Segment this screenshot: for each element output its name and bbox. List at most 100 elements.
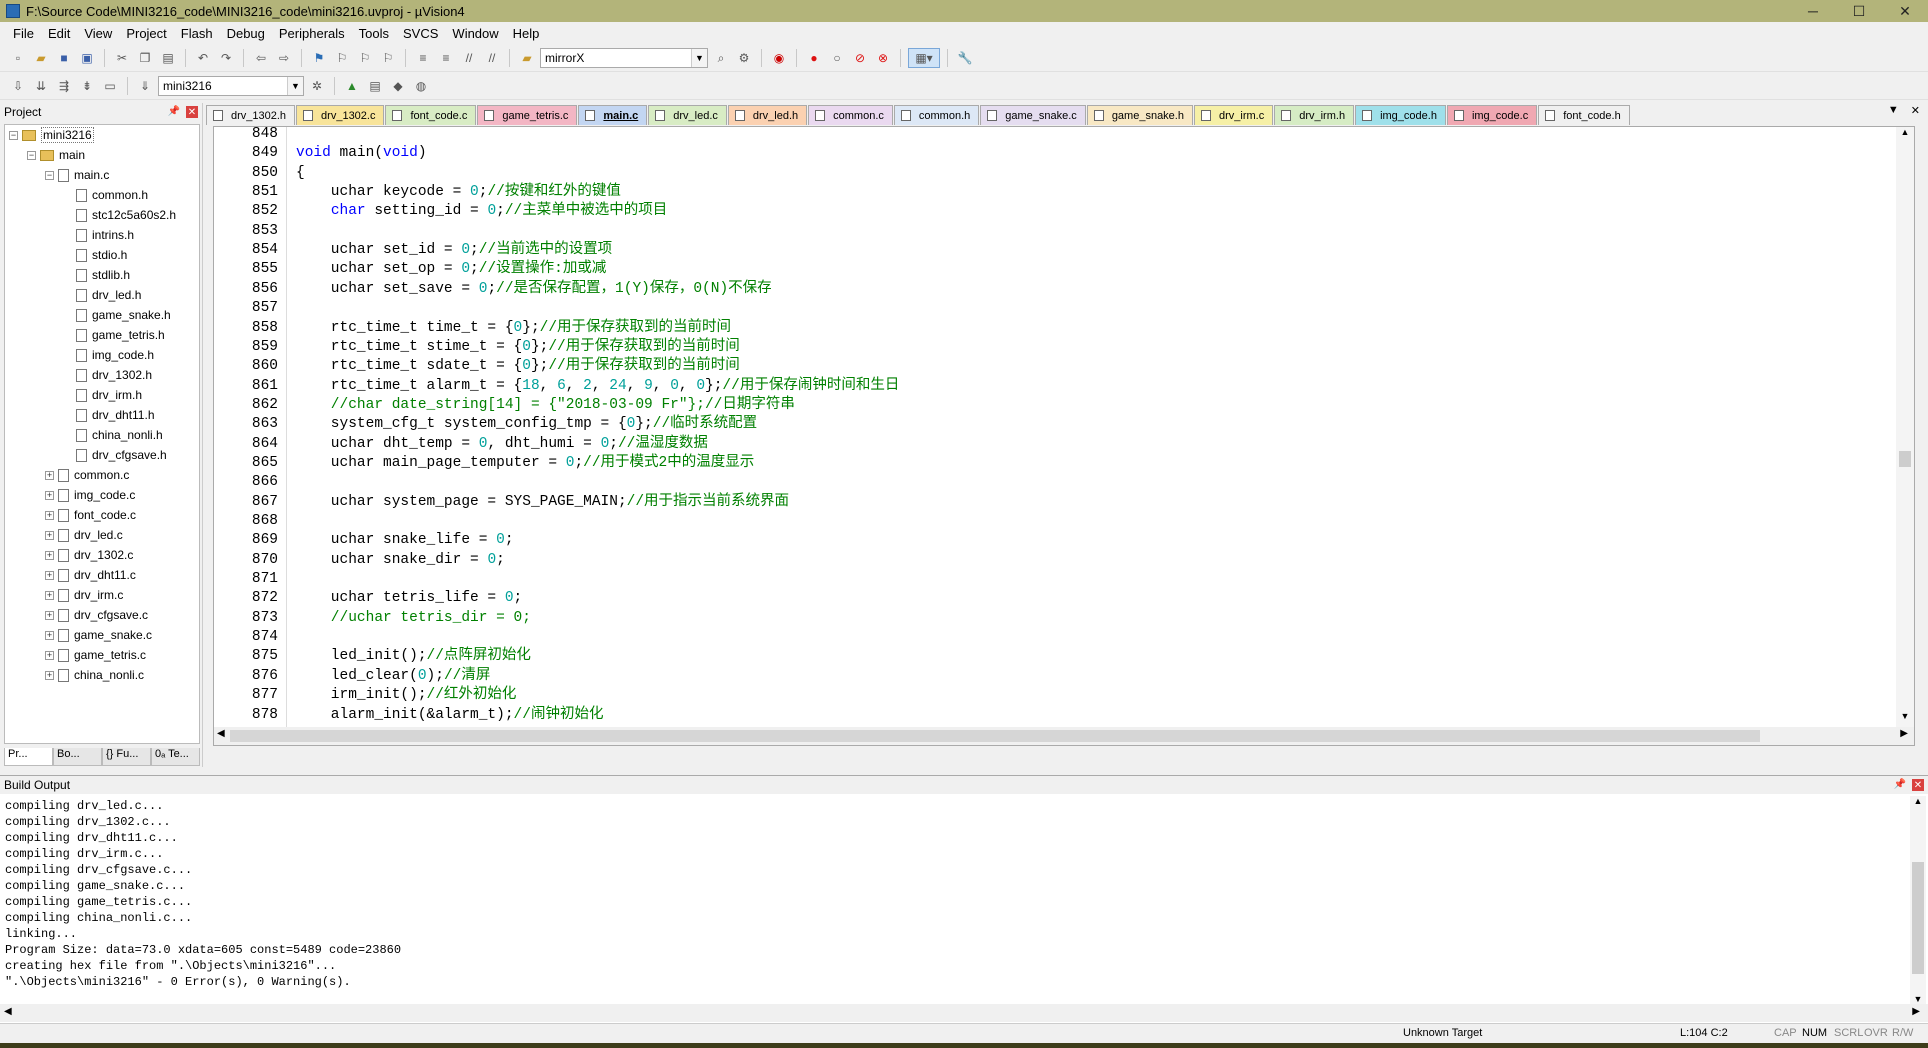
tab-functions[interactable]: {} Fu... [102,748,151,766]
tree-item[interactable]: intrins.h [63,226,134,244]
expand-icon[interactable]: + [45,530,54,540]
window-layout-icon[interactable]: ▦▾ [908,48,940,68]
menu-svcs[interactable]: SVCS [396,26,445,41]
editor-tab[interactable]: drv_led.c [648,105,727,125]
expand-icon[interactable]: + [45,630,54,640]
editor-tab[interactable]: drv_led.h [727,105,808,125]
scroll-up-icon[interactable]: ▲ [1896,127,1914,143]
kill-breakpoints-icon[interactable]: ⊗ [873,48,893,68]
build-output-horizontal-scrollbar[interactable]: ◀ ▶ [0,1004,1928,1022]
close-tab-icon[interactable]: ✕ [1911,104,1920,117]
tree-item[interactable]: + font_code.c [45,506,136,524]
bookmark-icon[interactable]: ⚑ [309,48,329,68]
editor-tab[interactable]: img_code.c [1446,105,1538,125]
menu-window[interactable]: Window [445,26,505,41]
menu-debug[interactable]: Debug [220,26,272,41]
configure-icon[interactable]: 🔧 [955,48,975,68]
editor-tab[interactable]: drv_1302.h [206,105,296,125]
nav-back-icon[interactable]: ⇦ [251,48,271,68]
tree-item[interactable]: + drv_cfgsave.c [45,606,148,624]
open-file-icon[interactable]: ▰ [31,48,51,68]
tab-project[interactable]: Pr... [4,748,53,766]
chevron-down-icon[interactable]: ▼ [691,49,707,67]
save-icon[interactable]: ■ [54,48,74,68]
build-output-vertical-scrollbar[interactable]: ▲ ▼ [1910,796,1926,1004]
breakpoint-icon[interactable]: ● [804,48,824,68]
editor-tab[interactable]: main.c [578,105,648,125]
menu-edit[interactable]: Edit [41,26,77,41]
menu-peripherals[interactable]: Peripherals [272,26,352,41]
build-icon[interactable]: ⇊ [31,76,51,96]
tree-item[interactable]: + drv_irm.c [45,586,123,604]
editor-tab[interactable]: game_snake.h [1086,105,1193,125]
tree-item[interactable]: drv_irm.h [63,386,142,404]
editor-tab[interactable]: drv_irm.h [1274,105,1355,125]
rebuild-icon[interactable]: ⇶ [54,76,74,96]
disable-breakpoint-icon[interactable]: ○ [827,48,847,68]
tab-list-dropdown-icon[interactable]: ▼ [1888,104,1899,117]
new-file-icon[interactable]: ▫ [8,48,28,68]
tree-item[interactable]: drv_1302.h [63,366,152,384]
scroll-right-icon[interactable]: ▶ [1900,728,1908,739]
scroll-up-icon[interactable]: ▲ [1910,796,1926,806]
manage-rte-icon[interactable]: ◆ [388,76,408,96]
scroll-thumb[interactable] [1899,451,1911,467]
editor-tab[interactable]: common.c [808,105,893,125]
tree-item[interactable]: stc12c5a60s2.h [63,206,176,224]
scroll-down-icon[interactable]: ▼ [1896,711,1914,727]
tree-item[interactable]: + game_tetris.c [45,646,146,664]
tree-item[interactable]: − main [27,146,85,164]
unindent-icon[interactable]: ≡ [436,48,456,68]
tree-item[interactable]: drv_dht11.h [63,406,155,424]
debug-session-icon[interactable]: ◉ [769,48,789,68]
tree-item[interactable]: + drv_led.c [45,526,123,544]
translate-icon[interactable]: ⇩ [8,76,28,96]
expand-icon[interactable]: + [45,570,54,580]
expand-icon[interactable]: + [45,670,54,680]
editor-tab[interactable]: drv_1302.c [296,105,385,125]
environment-icon[interactable]: ◍ [411,76,431,96]
comment-icon[interactable]: // [459,48,479,68]
scroll-thumb[interactable] [1912,862,1924,974]
collapse-icon[interactable]: − [27,150,36,160]
editor-tab[interactable]: game_tetris.c [477,105,578,125]
tree-item[interactable]: drv_cfgsave.h [63,446,167,464]
editor-horizontal-scrollbar[interactable]: ◀ ▶ [214,727,1914,745]
manage-components-icon[interactable]: ▲ [342,76,362,96]
scroll-left-icon[interactable]: ◀ [217,728,225,739]
scroll-right-icon[interactable]: ▶ [1912,1006,1920,1017]
tree-item[interactable]: stdio.h [63,246,127,264]
code-editor[interactable]: 848 849 void main(void) 850 {851 uchar keyco… [213,126,1915,746]
project-tree[interactable]: − mini3216− main − main.c common.h stc12c5a60s… [4,124,200,744]
editor-tab[interactable]: img_code.h [1355,105,1446,125]
target-options-icon[interactable]: ✲ [307,76,327,96]
select-packs-icon[interactable]: ▤ [365,76,385,96]
collapse-icon[interactable]: − [9,130,18,140]
tree-item[interactable]: + drv_1302.c [45,546,133,564]
close-icon[interactable]: ✕ [1912,779,1924,791]
chevron-down-icon[interactable]: ▼ [287,77,303,95]
tree-item[interactable]: game_snake.h [63,306,171,324]
menu-project[interactable]: Project [119,26,173,41]
tab-books[interactable]: Bo... [53,748,102,766]
menu-tools[interactable]: Tools [352,26,396,41]
tree-item[interactable]: − main.c [45,166,109,184]
horizontal-scroll-thumb[interactable] [230,730,1760,742]
tree-item[interactable]: stdlib.h [63,266,130,284]
save-all-icon[interactable]: ▣ [77,48,97,68]
expand-icon[interactable]: + [45,650,54,660]
expand-icon[interactable]: + [45,490,54,500]
nav-forward-icon[interactable]: ⇨ [274,48,294,68]
editor-tab[interactable]: font_code.h [1538,105,1630,125]
disable-all-breakpoints-icon[interactable]: ⊘ [850,48,870,68]
tree-item[interactable]: + game_snake.c [45,626,152,644]
editor-tab[interactable]: common.h [893,105,980,125]
paste-icon[interactable]: ▤ [158,48,178,68]
expand-icon[interactable]: + [45,590,54,600]
expand-icon[interactable]: + [45,610,54,620]
scroll-left-icon[interactable]: ◀ [4,1006,12,1017]
pin-icon[interactable]: 📌 [1894,779,1906,791]
editor-tab[interactable]: drv_irm.c [1193,105,1274,125]
pin-icon[interactable]: 📌 [168,106,180,118]
stop-build-icon[interactable]: ▭ [100,76,120,96]
